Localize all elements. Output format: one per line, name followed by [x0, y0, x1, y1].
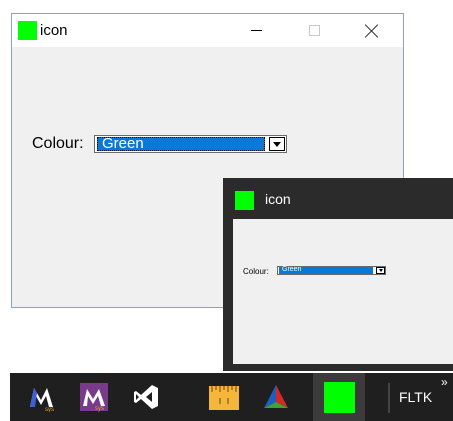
app-icon — [18, 21, 37, 40]
preview-colour-choice: Green — [277, 266, 386, 275]
colour-choice[interactable]: Green — [94, 135, 287, 153]
window-title: icon — [40, 22, 68, 39]
msys2-icon: sys — [80, 383, 108, 412]
taskbar: sys sys FLTK » — [10, 373, 453, 421]
title-bar[interactable]: icon — [12, 14, 403, 47]
taskbar-preview[interactable]: icon Colour: Green — [223, 178, 453, 371]
maximize-button[interactable] — [291, 14, 337, 47]
taskbar-item-fltk-app[interactable] — [313, 373, 365, 421]
ruler-app-icon — [209, 386, 239, 410]
svg-text:sys: sys — [95, 406, 104, 412]
chevron-overflow-icon[interactable]: » — [441, 375, 448, 389]
taskbar-item-ruler[interactable] — [198, 373, 250, 421]
toolbar-label-fltk[interactable]: FLTK — [399, 389, 432, 405]
minimize-button[interactable] — [233, 14, 279, 47]
close-icon — [365, 24, 379, 38]
close-button[interactable] — [349, 14, 395, 47]
visual-studio-icon — [134, 385, 158, 409]
preview-thumbnail: Colour: Green — [233, 219, 453, 364]
colour-choice-value: Green — [102, 135, 144, 152]
preview-chevron-down-icon — [378, 269, 383, 272]
preview-app-icon — [235, 191, 254, 210]
svg-text:sys: sys — [45, 407, 54, 412]
msys2-mingw-icon: sys — [30, 388, 54, 412]
taskbar-item-visual-studio[interactable] — [120, 373, 172, 421]
cmake-icon — [264, 385, 288, 408]
preview-colour-selected: Green — [279, 266, 373, 274]
preview-dropdown-button — [376, 267, 385, 274]
dropdown-button[interactable] — [269, 137, 285, 151]
preview-colour-label: Colour: — [243, 267, 269, 276]
colour-choice-selected: Green — [97, 135, 265, 152]
preview-title: icon — [265, 191, 291, 207]
minimize-icon — [250, 30, 262, 31]
taskbar-item-msys2-mingw[interactable]: sys — [16, 373, 68, 421]
fltk-app-icon — [323, 381, 355, 413]
colour-label: Colour: — [32, 135, 84, 152]
preview-colour-value: Green — [282, 266, 302, 273]
chevron-down-icon — [273, 141, 281, 147]
taskbar-item-cmake[interactable] — [250, 373, 302, 421]
taskbar-item-msys2[interactable]: sys — [68, 373, 120, 421]
maximize-icon — [308, 25, 320, 36]
taskbar-separator — [388, 383, 390, 413]
